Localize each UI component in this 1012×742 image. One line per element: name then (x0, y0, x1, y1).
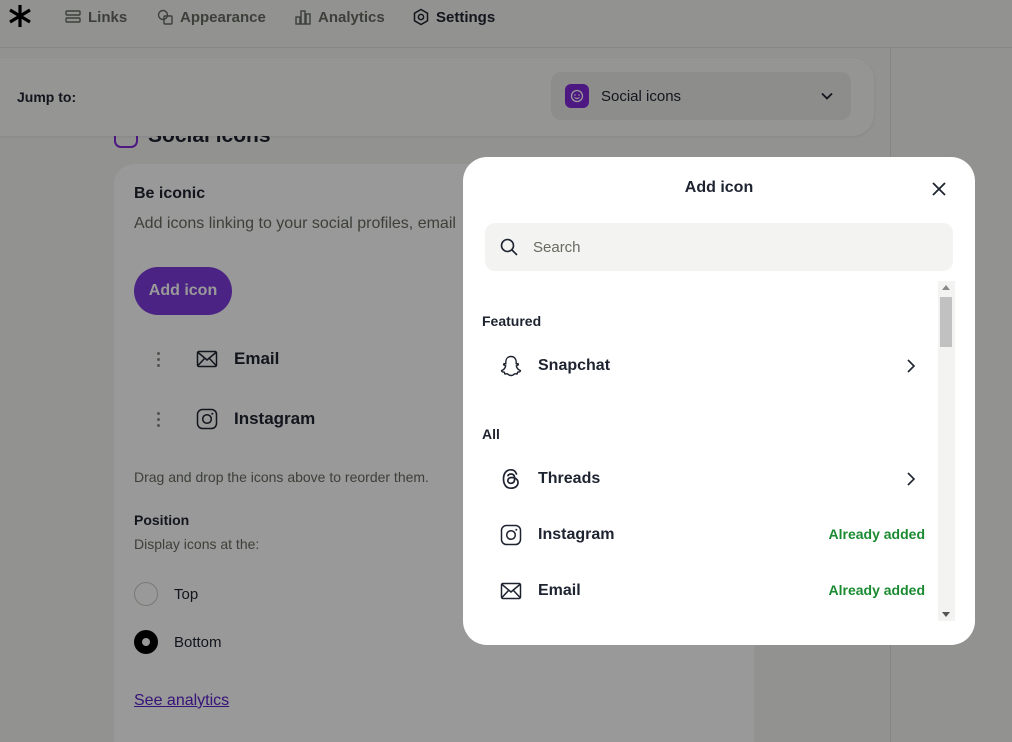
scroll-down-arrow-icon[interactable] (942, 612, 950, 617)
chevron-right-icon (907, 472, 916, 486)
scroll-up-arrow-icon[interactable] (942, 285, 950, 290)
snapchat-icon (500, 355, 522, 377)
list-item-name: Threads (538, 470, 601, 487)
featured-header: Featured (482, 313, 542, 329)
list-item-email[interactable]: Email Already added (485, 568, 925, 614)
add-icon-modal: Add icon Featured Snapchat All Threads I… (463, 157, 975, 645)
list-item-snapchat[interactable]: Snapchat (485, 343, 925, 389)
envelope-icon (500, 582, 522, 600)
search-box[interactable] (485, 223, 953, 271)
already-added-badge: Already added (828, 582, 925, 598)
chevron-right-icon (907, 359, 916, 373)
list-item-threads[interactable]: Threads (485, 456, 925, 502)
already-added-badge: Already added (828, 526, 925, 542)
list-scrollbar[interactable] (938, 281, 955, 621)
scrollbar-thumb[interactable] (940, 297, 952, 347)
list-item-name: Email (538, 582, 581, 599)
search-input[interactable] (533, 238, 933, 256)
modal-title: Add icon (684, 179, 754, 196)
threads-icon (502, 468, 519, 490)
all-header: All (482, 426, 500, 442)
list-item-name: Instagram (538, 526, 615, 543)
list-item-instagram[interactable]: Instagram Already added (485, 512, 925, 558)
close-icon[interactable] (929, 179, 949, 199)
icon-list: Featured Snapchat All Threads Instagram … (463, 281, 939, 621)
search-icon (500, 238, 518, 256)
instagram-icon (500, 524, 522, 546)
list-item-name: Snapchat (538, 357, 611, 374)
